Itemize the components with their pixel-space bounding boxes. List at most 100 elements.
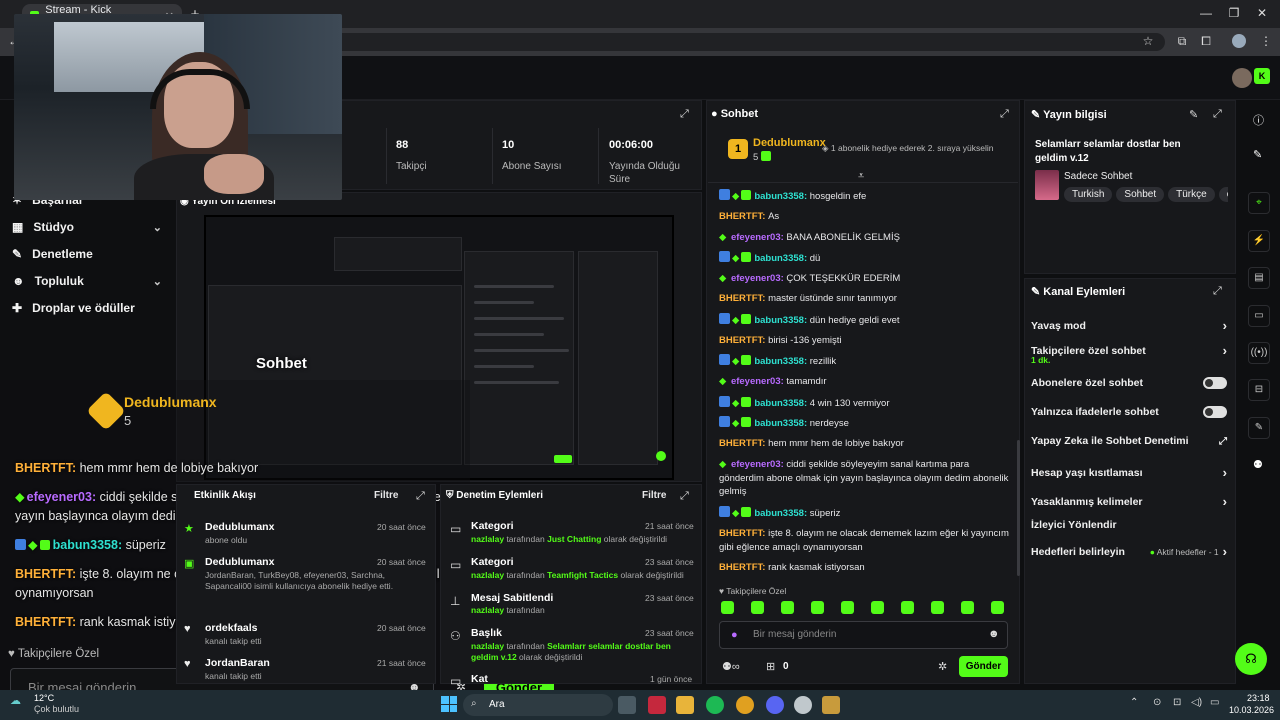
emoji-icon[interactable]: ☻ <box>988 628 1000 640</box>
extensions-icon[interactable]: ⧠ <box>1198 34 1214 49</box>
chat-username[interactable]: babun3358 <box>754 398 804 409</box>
expand-icon[interactable]: ⤢ <box>1000 108 1009 121</box>
pencil-icon[interactable]: ✎ <box>1253 148 1262 161</box>
emote-icon[interactable] <box>751 601 764 614</box>
expand-icon[interactable]: ⤢ <box>416 490 425 503</box>
pinned-user[interactable]: Dedublumanx <box>753 137 826 149</box>
toggle-switch[interactable] <box>1203 406 1227 418</box>
pdf-app-icon[interactable] <box>648 696 666 714</box>
broadcast-icon[interactable]: ((•)) <box>1248 342 1270 364</box>
chat-username[interactable]: efeyener03 <box>731 376 781 387</box>
channel-points-icon[interactable]: ⚉∞ <box>722 660 740 673</box>
chat-username[interactable]: BHERTFT <box>719 562 762 573</box>
lightning-icon[interactable]: ⚡ <box>1248 230 1270 252</box>
chat-username[interactable]: babun3358 <box>754 191 804 202</box>
chat-username[interactable]: efeyener03 <box>731 459 781 470</box>
sidebar-item-community[interactable]: ☻ Topluluk ⌄ <box>12 274 162 288</box>
network-icon[interactable]: ⊡ <box>1173 697 1181 708</box>
chat-username[interactable]: BHERTFT <box>719 335 762 346</box>
discord-icon[interactable] <box>766 696 784 714</box>
chrome-icon[interactable] <box>736 696 754 714</box>
chat-username[interactable]: BHERTFT <box>719 211 762 222</box>
taskbar-search[interactable] <box>463 694 613 716</box>
chat-username[interactable]: babun3358 <box>754 418 804 429</box>
channel-action-row[interactable]: Yasaklanmış kelimeler › <box>1031 494 1227 509</box>
emote-icon[interactable] <box>811 601 824 614</box>
task-view-icon[interactable] <box>618 696 636 714</box>
chat-username[interactable]: babun3358 <box>754 315 804 326</box>
close-window-icon[interactable]: ✕ <box>1252 6 1272 20</box>
overlay-followers-only: ♥ Takipçilere Özel <box>8 648 99 660</box>
channel-action-row[interactable]: İzleyici Yönlendir <box>1031 519 1227 531</box>
emote-icon[interactable] <box>961 601 974 614</box>
sidebar-item-drops[interactable]: ✚ Droplar ve ödüller <box>12 301 162 315</box>
channel-action-row[interactable]: Takipçilere özel sohbet › <box>1031 343 1227 358</box>
file-explorer-icon[interactable] <box>676 696 694 714</box>
mic-tray-icon[interactable]: ⊙ <box>1153 697 1161 708</box>
expand-icon[interactable]: ⤢ <box>680 108 689 121</box>
mod-filter-button[interactable]: Filtre <box>642 490 666 501</box>
chat-username[interactable]: efeyener03 <box>731 273 781 284</box>
clip-icon[interactable]: ⌖ <box>1248 192 1270 214</box>
channel-action-row[interactable]: Yavaş mod › <box>1031 318 1227 333</box>
expand-icon[interactable]: ⤢ <box>1213 108 1222 121</box>
sidebar-item-studio[interactable]: ▦ Stüdyo ⌄ <box>12 220 162 234</box>
chat-username[interactable]: efeyener03 <box>731 232 781 243</box>
channel-action-row[interactable]: Yalnızca ifadelerle sohbet <box>1031 406 1227 418</box>
chat-username[interactable]: BHERTFT <box>719 528 762 539</box>
chevron-right-icon: › <box>1222 465 1227 480</box>
chat-username[interactable]: BHERTFT <box>719 438 762 449</box>
edit-pencil-icon[interactable]: ✎ <box>1189 108 1198 121</box>
layout-icon[interactable]: ⊟ <box>1248 379 1270 401</box>
expand-icon[interactable]: ⤢ <box>1213 285 1222 298</box>
mic-icon[interactable]: ● <box>731 629 738 641</box>
activity-filter-button[interactable]: Filtre <box>374 490 398 501</box>
bookmark-star-icon[interactable]: ☆ <box>1140 34 1156 48</box>
chat-icon[interactable]: ▭ <box>1248 305 1270 327</box>
kick-logo-icon[interactable]: K <box>1254 68 1270 84</box>
windows-start-icon[interactable] <box>441 696 457 712</box>
channel-action-row[interactable]: Yapay Zeka ile Sohbet Denetimi ⤢ <box>1031 435 1227 447</box>
info-icon[interactable]: ⓘ <box>1253 112 1264 128</box>
emote-icon[interactable] <box>871 601 884 614</box>
channel-action-row[interactable]: Hesap yaşı kısıtlaması › <box>1031 465 1227 480</box>
channel-action-row[interactable]: Abonelere özel sohbet <box>1031 377 1227 389</box>
steam-icon[interactable] <box>794 696 812 714</box>
send-button[interactable]: Gönder <box>959 656 1008 677</box>
community-icon[interactable]: ⚉ <box>1253 458 1263 471</box>
emote-icon[interactable] <box>841 601 854 614</box>
chat-text: dü <box>809 253 821 264</box>
document-icon[interactable]: ▤ <box>1248 267 1270 289</box>
profile-icon[interactable] <box>1232 34 1246 48</box>
minimize-icon[interactable]: — <box>1196 6 1216 20</box>
spotify-icon[interactable] <box>706 696 724 714</box>
translate-icon[interactable]: ⧉ <box>1174 34 1190 49</box>
expand-icon[interactable]: ⤢ <box>680 490 689 503</box>
emote-icon[interactable] <box>931 601 944 614</box>
chat-username[interactable]: BHERTFT <box>719 293 762 304</box>
channel-action-row[interactable]: Hedefleri belirleyin ● Aktif hedefler - 1… <box>1031 544 1227 559</box>
mod-action-desc: nazlalay tarafından Selamlarr selamlar d… <box>471 641 686 663</box>
chat-username[interactable]: babun3358 <box>754 253 804 264</box>
emote-icon[interactable] <box>781 601 794 614</box>
battery-icon[interactable]: ▭ <box>1210 697 1219 708</box>
chat-settings-icon[interactable]: ✲ <box>938 660 947 673</box>
avatar[interactable] <box>1232 68 1252 88</box>
sidebar-item-moderation[interactable]: ✎ Denetleme <box>12 247 162 261</box>
toggle-switch[interactable] <box>1203 377 1227 389</box>
chat-scrollbar[interactable] <box>1017 440 1020 576</box>
emote-icon[interactable] <box>721 601 734 614</box>
maximize-icon[interactable]: ❐ <box>1224 6 1244 20</box>
emote-icon[interactable] <box>991 601 1004 614</box>
league-icon[interactable] <box>822 696 840 714</box>
emote-icon[interactable] <box>901 601 914 614</box>
volume-icon[interactable]: ◁) <box>1191 697 1202 708</box>
menu-dots-icon[interactable]: ⋮ <box>1258 34 1274 48</box>
chat-username[interactable]: babun3358 <box>754 508 804 519</box>
wrench-tool-icon[interactable]: ✎ <box>1248 417 1270 439</box>
mod-action-desc: nazlalay tarafından Teamfight Tactics ol… <box>471 570 696 581</box>
preview-line <box>474 349 569 352</box>
tray-chevron-icon[interactable]: ⌃ <box>1130 697 1138 708</box>
chat-username[interactable]: babun3358 <box>754 356 804 367</box>
support-headset-icon[interactable]: ☊ <box>1235 643 1267 675</box>
